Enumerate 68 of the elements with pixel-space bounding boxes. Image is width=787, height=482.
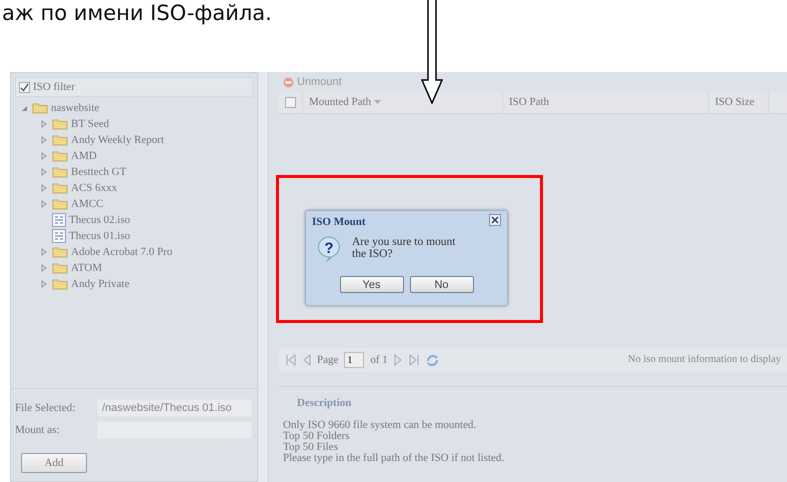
description-line: Please type in the full path of the ISO if not listed. — [283, 452, 506, 464]
tree-item[interactable]: Besttech GT — [21, 164, 257, 180]
dialog-title: ISO Mount — [312, 215, 366, 230]
expand-icon[interactable] — [41, 152, 49, 160]
page-input[interactable]: 1 — [344, 352, 364, 368]
first-page-icon[interactable] — [285, 354, 297, 366]
column-header[interactable]: ISO Size — [709, 92, 769, 113]
page-label: Page — [317, 352, 338, 368]
previous-page-icon[interactable] — [303, 354, 311, 366]
page-count: of 1 — [370, 352, 388, 368]
question-icon: ? — [316, 236, 342, 262]
tree-item[interactable]: Adobe Acrobat 7.0 Pro — [21, 244, 257, 260]
column-header[interactable]: ISO Path — [503, 92, 709, 113]
tree-item[interactable]: BT Seed — [21, 116, 257, 132]
tree-item[interactable]: AMD — [21, 148, 257, 164]
description-line: Top 50 Files — [283, 442, 339, 452]
expand-icon[interactable] — [41, 136, 49, 144]
folder-icon — [52, 262, 68, 274]
select-all-checkbox[interactable] — [285, 97, 296, 108]
down-arrow-icon — [421, 0, 443, 104]
folder-icon — [52, 150, 68, 162]
dialog-button[interactable]: Yes — [340, 276, 404, 292]
tree-item[interactable]: AMCC — [21, 196, 257, 212]
field-label: File Selected: — [15, 400, 76, 416]
next-page-icon[interactable] — [394, 354, 402, 366]
column-header[interactable]: Mounted Path — [303, 92, 503, 113]
tree-item[interactable]: Andy Weekly Report — [21, 132, 257, 148]
pager-status: No iso mount information to display — [628, 353, 781, 368]
description-line: Top 50 Folders — [283, 430, 350, 442]
close-icon[interactable] — [489, 214, 501, 226]
folder-icon — [52, 246, 68, 258]
folder-icon — [52, 278, 68, 290]
tree-item[interactable]: ACS 6xxx — [21, 180, 257, 196]
iso-file-icon — [52, 229, 66, 243]
expand-icon[interactable] — [41, 184, 49, 192]
folder-icon — [52, 166, 68, 178]
folder-icon — [52, 118, 68, 130]
tree-item[interactable]: Thecus 01.iso — [21, 228, 257, 244]
last-page-icon[interactable] — [408, 354, 420, 366]
text-field[interactable]: /naswebsite/Thecus 01.iso — [97, 399, 252, 417]
minus-circle-icon — [283, 76, 294, 88]
tree-item[interactable]: Thecus 02.iso — [21, 212, 257, 228]
expand-icon[interactable] — [41, 264, 49, 272]
folder-icon — [52, 134, 68, 146]
tree-item[interactable]: Andy Private — [21, 276, 257, 292]
dialog-button[interactable]: No — [410, 276, 474, 292]
expand-icon[interactable] — [41, 280, 49, 288]
field-label: Mount as: — [15, 422, 60, 438]
refresh-icon[interactable] — [426, 354, 439, 366]
expand-icon[interactable] — [41, 168, 49, 176]
folder-icon — [52, 198, 68, 210]
folder-icon — [32, 102, 48, 114]
expand-icon[interactable] — [41, 200, 49, 208]
collapse-icon[interactable] — [21, 104, 29, 112]
add-button[interactable]: Add — [21, 453, 87, 473]
filter-label: ISO filter — [33, 80, 75, 95]
description-line: Only ISO 9660 file system can be mounted. — [283, 420, 478, 430]
tree-item[interactable]: ATOM — [21, 260, 257, 276]
expand-icon[interactable] — [41, 248, 49, 256]
expand-icon[interactable] — [41, 120, 49, 128]
iso-file-icon — [52, 213, 66, 227]
dialog-message: Are you sure to mount the ISO? — [352, 236, 456, 260]
caption-text: аж по имени ISO-файла. — [1, 0, 273, 26]
folder-icon — [52, 182, 68, 194]
filter-checkbox[interactable] — [19, 82, 30, 92]
sort-icon — [374, 100, 382, 105]
tree-item[interactable]: naswebsite — [21, 100, 257, 116]
unmount-button[interactable]: Unmount — [297, 74, 342, 90]
